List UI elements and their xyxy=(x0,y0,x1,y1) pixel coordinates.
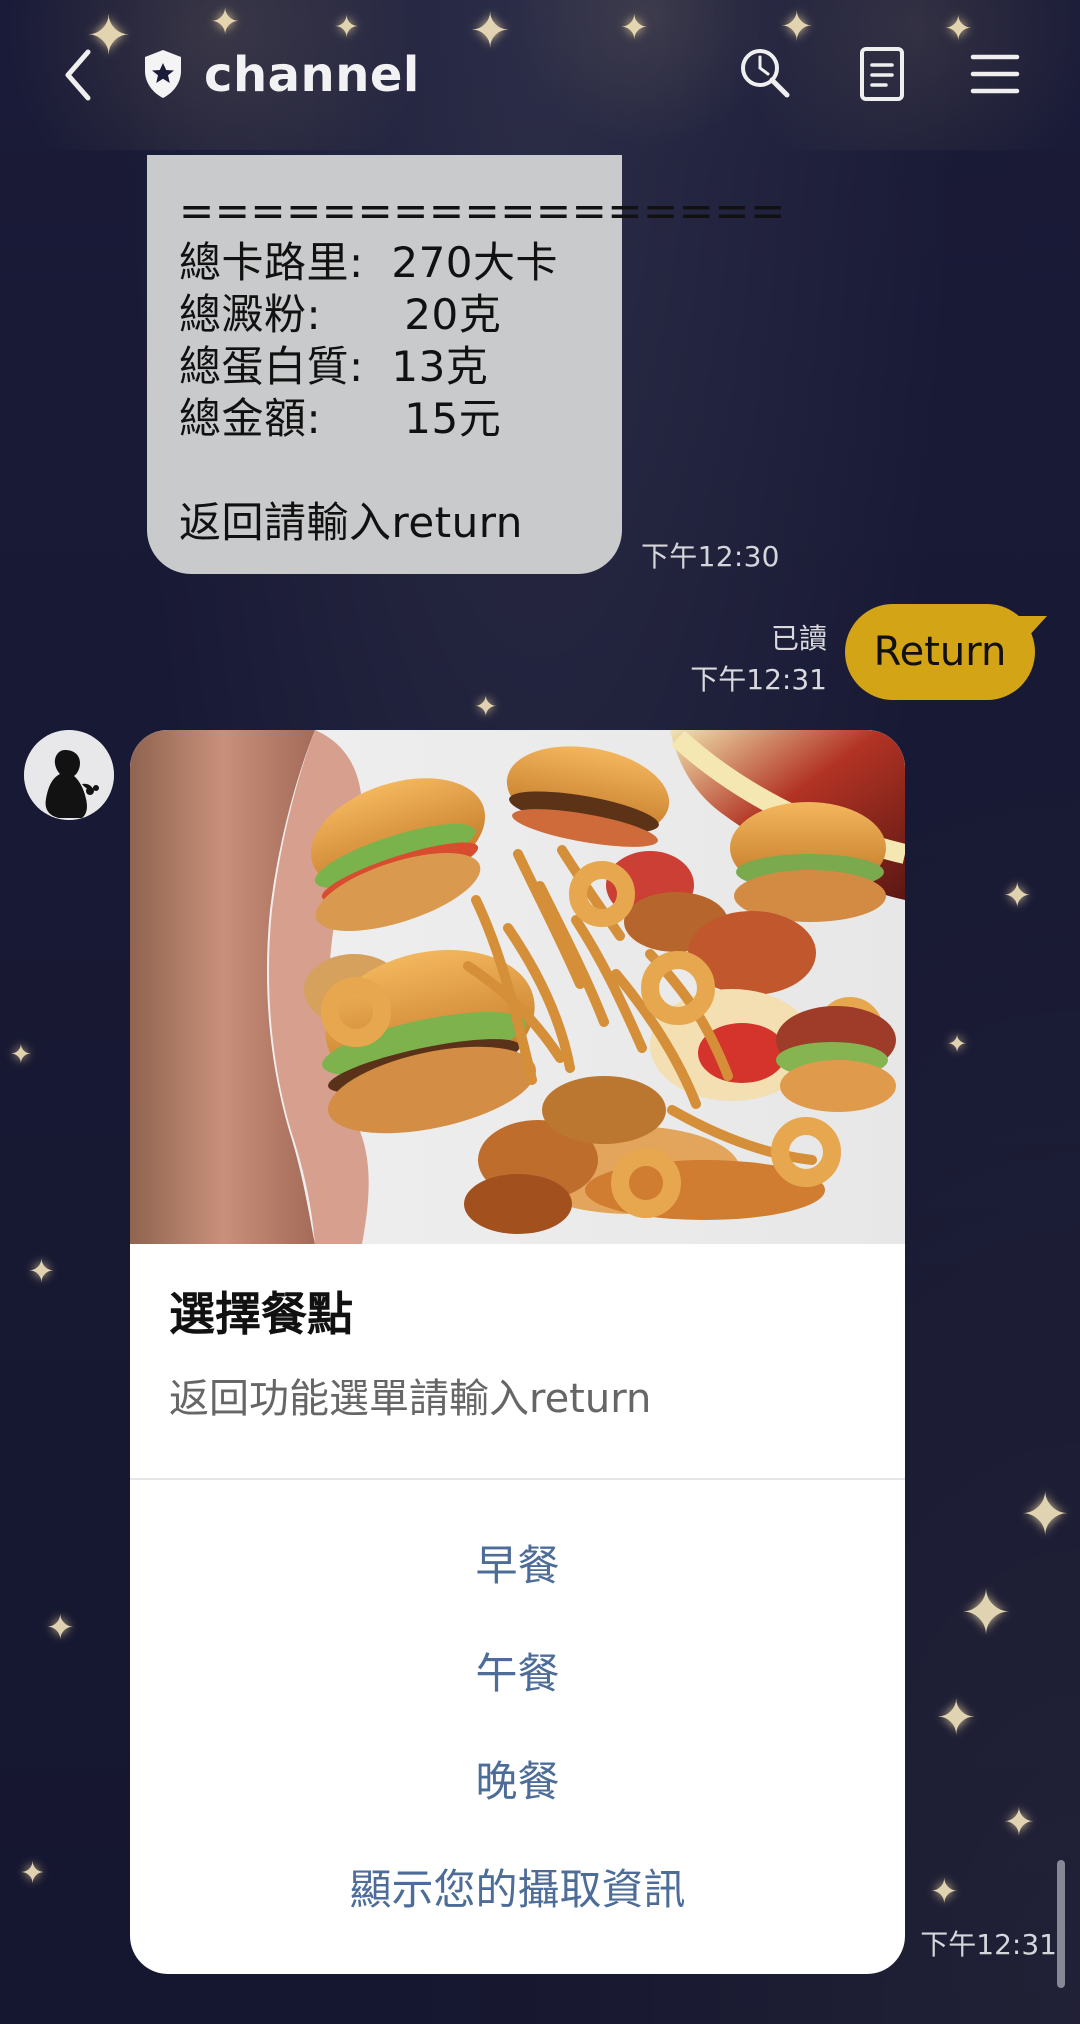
sparkle-decoration: ✦ xyxy=(1020,1480,1071,1550)
bot-message-time: 下午12:30 xyxy=(641,540,780,573)
read-status: 已讀 xyxy=(770,622,827,655)
user-message-time: 下午12:31 xyxy=(690,663,827,696)
message-line: 返回請輸入return xyxy=(179,498,523,547)
scrollbar[interactable] xyxy=(1057,1860,1065,1988)
search-button[interactable] xyxy=(736,44,796,104)
card-message-time: 下午12:31 xyxy=(920,1928,1057,1961)
menu-button[interactable] xyxy=(965,44,1025,104)
bot-message-bubble: ================= 總卡路里: 270大卡 總澱粉: 20克 總… xyxy=(147,155,786,574)
card-title: 選擇餐點 xyxy=(169,1287,353,1341)
show-intake-button[interactable]: 顯示您的攝取資訊 xyxy=(130,1860,905,1920)
menu-icon xyxy=(970,54,1020,94)
chevron-left-icon xyxy=(65,49,91,101)
message-line: 總金額: 15元 xyxy=(179,394,502,443)
sparkle-decoration: ✦ xyxy=(10,1040,32,1070)
message-line: 總澱粉: 20克 xyxy=(179,290,502,339)
notes-button[interactable] xyxy=(852,44,912,104)
search-icon xyxy=(741,49,790,98)
menu-card: 選擇餐點 返回功能選單請輸入return 早餐 午餐 晚餐 顯示您的攝取資訊 xyxy=(130,730,905,1974)
sparkle-decoration: ✦ xyxy=(20,1856,46,1891)
dinner-button[interactable]: 晚餐 xyxy=(130,1752,905,1812)
user-message-bubble: Return xyxy=(845,604,1035,700)
sparkle-decoration: ✦ xyxy=(28,1252,55,1290)
back-button[interactable] xyxy=(58,46,104,104)
sparkle-decoration: ✦ xyxy=(46,1608,75,1648)
sparkle-decoration: ✦ xyxy=(960,1576,1012,1649)
avatar[interactable] xyxy=(24,730,114,820)
sparkle-decoration: ✦ xyxy=(1003,876,1032,916)
message-line-break xyxy=(179,445,590,497)
breakfast-button[interactable]: 早餐 xyxy=(130,1536,905,1596)
sparkle-decoration: ✦ xyxy=(930,1872,959,1912)
notes-icon xyxy=(860,47,904,101)
chat-header: channel xyxy=(0,0,1080,150)
sparkle-decoration: ✦ xyxy=(936,1690,977,1746)
sparkle-decoration: ✦ xyxy=(947,1030,968,1058)
hero-image xyxy=(130,730,905,1244)
avatar-silhouette-icon xyxy=(24,730,114,820)
message-line: ================= xyxy=(179,186,786,235)
sparkle-decoration: ✦ xyxy=(474,690,498,723)
lunch-button[interactable]: 午餐 xyxy=(130,1644,905,1704)
sparkle-decoration: ✦ xyxy=(1003,1800,1035,1844)
shield-star-icon xyxy=(140,48,186,100)
card-divider xyxy=(130,1478,905,1480)
message-line: 總蛋白質: 13克 xyxy=(179,342,489,391)
card-description: 返回功能選單請輸入return xyxy=(169,1376,652,1422)
message-line: 總卡路里: 270大卡 xyxy=(179,238,559,287)
channel-title: channel xyxy=(204,47,420,103)
